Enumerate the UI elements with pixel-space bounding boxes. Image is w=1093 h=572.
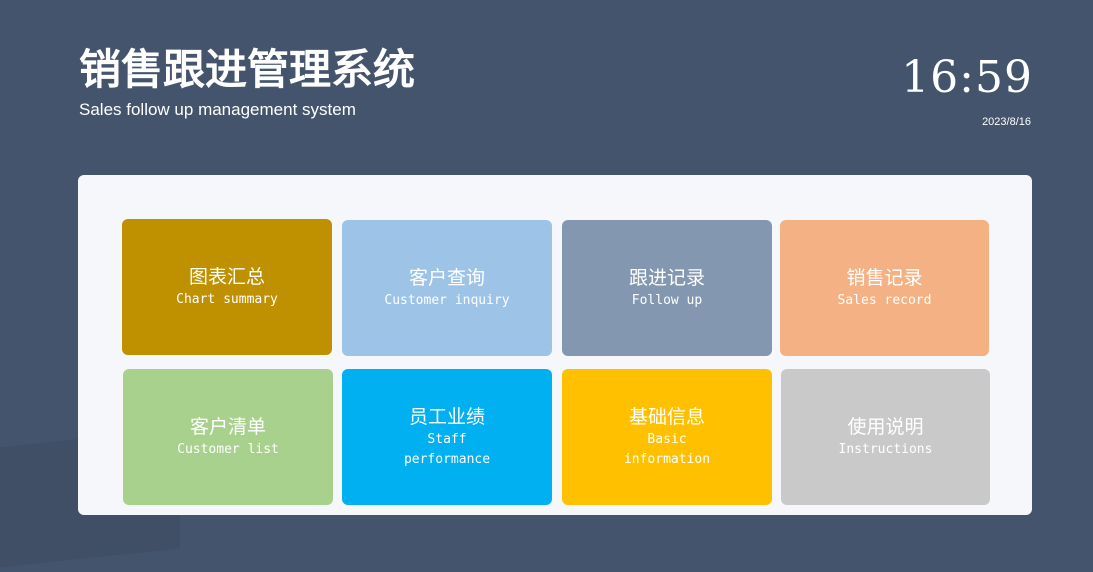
clock-date: 2023/8/16 (982, 116, 1031, 128)
tile-label-en: Sales record (837, 292, 932, 308)
page-subtitle: Sales follow up management system (79, 100, 356, 119)
tile-label-zh: 员工业绩 (408, 405, 485, 428)
tile-chart-summary[interactable]: 图表汇总 Chart summary (122, 219, 332, 355)
tile-label-en: Chart summary (176, 291, 278, 307)
tile-label-en: Instructions (838, 441, 933, 457)
tile-label-zh: 客户查询 (408, 266, 485, 289)
tile-label-zh: 跟进记录 (628, 266, 705, 289)
tile-label-zh: 销售记录 (846, 266, 923, 289)
tile-staff-performance[interactable]: 员工业绩 Staff performance (342, 369, 552, 505)
tile-customer-list[interactable]: 客户清单 Customer list (123, 369, 333, 505)
tile-label-zh: 客户清单 (189, 415, 266, 438)
clock-time: 16:59 (901, 52, 1033, 103)
tile-customer-inquiry[interactable]: 客户查询 Customer inquiry (342, 220, 552, 356)
tile-sales-record[interactable]: 销售记录 Sales record (780, 220, 989, 356)
tile-label-en: Customer list (177, 441, 279, 457)
tile-label-en: Follow up (631, 292, 703, 308)
tile-label-zh: 基础信息 (628, 405, 705, 428)
tile-label-en: Basic information (623, 431, 711, 467)
tile-label-en: Customer inquiry (384, 292, 510, 308)
tile-label-zh: 使用说明 (847, 415, 924, 438)
tile-basic-information[interactable]: 基础信息 Basic information (562, 369, 772, 505)
tile-follow-up[interactable]: 跟进记录 Follow up (562, 220, 772, 356)
tile-instructions[interactable]: 使用说明 Instructions (781, 369, 990, 505)
tile-label-en: Staff performance (403, 431, 491, 467)
menu-panel: 图表汇总 Chart summary 客户查询 Customer inquiry… (78, 175, 1032, 515)
page-title: 销售跟进管理系统 (79, 45, 416, 94)
tile-label-zh: 图表汇总 (188, 265, 265, 288)
